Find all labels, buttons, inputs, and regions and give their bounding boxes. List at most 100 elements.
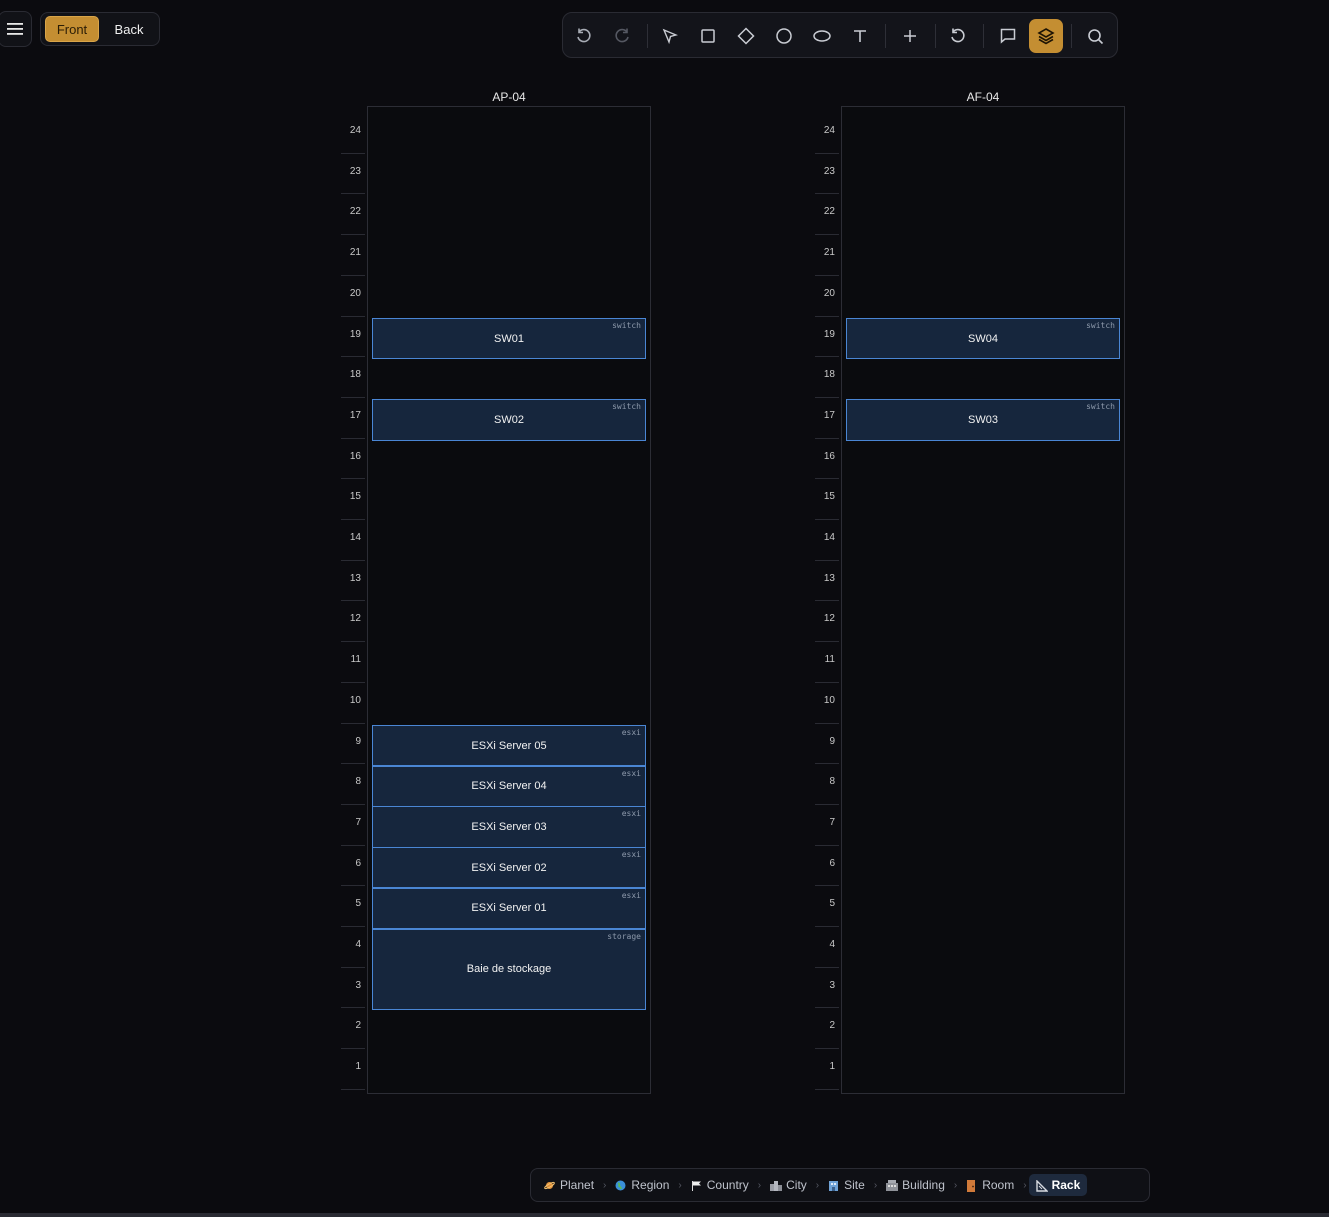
unit-divider <box>815 356 839 358</box>
add-icon <box>904 30 916 42</box>
crumb-country[interactable]: Country <box>684 1174 756 1196</box>
layers-button[interactable] <box>1029 19 1063 53</box>
unit-number: 2 <box>829 1020 835 1032</box>
device-label: SW01 <box>494 332 524 345</box>
device-switch[interactable]: SW03 switch <box>846 399 1120 441</box>
unit-divider <box>815 641 839 643</box>
unit-number: 17 <box>349 409 361 421</box>
unit-divider <box>341 966 365 968</box>
unit-number: 12 <box>823 613 835 625</box>
unit-divider <box>341 396 365 398</box>
unit-divider <box>815 885 839 887</box>
ellipse-tool[interactable] <box>805 19 839 53</box>
unit-number: 16 <box>349 450 361 462</box>
crumb-rack[interactable]: Rack <box>1028 1174 1088 1196</box>
unit-divider <box>341 722 365 724</box>
unit-number: 1 <box>355 1061 361 1073</box>
toolbar <box>562 12 1118 58</box>
undo-button[interactable] <box>567 19 601 53</box>
device-type-tag: switch <box>1086 321 1115 330</box>
crumb-city[interactable]: City <box>763 1174 814 1196</box>
device-esxi[interactable]: ESXi Server 04 esxi <box>372 765 646 807</box>
unit-number: 22 <box>823 206 835 218</box>
device-esxi[interactable]: ESXi Server 05 esxi <box>372 725 646 767</box>
reset-button[interactable] <box>941 19 975 53</box>
unit-number: 13 <box>823 572 835 584</box>
back-button[interactable]: Back <box>103 16 155 42</box>
unit-divider <box>815 519 839 520</box>
unit-number: 7 <box>355 816 361 828</box>
device-label: Baie de stockage <box>466 963 552 976</box>
unit-number: 11 <box>350 654 361 666</box>
rectangle-tool[interactable] <box>691 19 725 53</box>
select-tool[interactable] <box>653 19 687 53</box>
unit-number: 3 <box>829 979 835 991</box>
unit-divider <box>815 681 839 683</box>
device-type-tag: esxi <box>621 890 641 900</box>
layers-icon <box>1037 28 1055 45</box>
ellipse-icon <box>813 30 831 42</box>
crumb-building[interactable]: Building <box>879 1174 952 1196</box>
unit-divider <box>341 478 365 480</box>
unit-number: 18 <box>349 369 361 381</box>
unit-number: 5 <box>355 898 361 910</box>
unit-number: 2 <box>355 1020 361 1032</box>
circle-icon <box>776 28 792 44</box>
bottom-border <box>0 1213 1329 1217</box>
search-button[interactable] <box>1078 19 1112 53</box>
device-type-tag: switch <box>612 321 641 330</box>
unit-number: 17 <box>823 409 835 421</box>
crumb-room[interactable]: Room <box>959 1174 1021 1196</box>
chevron-right-icon: › <box>815 1179 820 1191</box>
device-type-tag: esxi <box>621 850 641 860</box>
unit-number: 9 <box>829 735 835 747</box>
device-label: SW03 <box>968 413 998 426</box>
comment-button[interactable] <box>991 19 1025 53</box>
text-tool[interactable] <box>843 19 877 53</box>
device-type-tag: esxi <box>621 768 641 778</box>
device-switch[interactable]: SW04 switch <box>846 318 1120 360</box>
unit-divider <box>815 803 839 805</box>
rack-title: AF-04 <box>966 90 1000 104</box>
unit-divider <box>341 844 365 846</box>
menu-button[interactable] <box>0 11 32 47</box>
face-toggle: Front Back <box>40 12 160 46</box>
redo-button[interactable] <box>605 19 639 53</box>
device-label: SW04 <box>968 332 998 345</box>
device-esxi[interactable]: ESXi Server 03 esxi <box>372 806 646 848</box>
ruler-icon <box>1035 1178 1049 1192</box>
device-type-tag: esxi <box>621 728 641 737</box>
device-storage[interactable]: Baie de stockage storage <box>372 928 646 1011</box>
unit-divider <box>815 478 839 480</box>
unit-number: 22 <box>349 206 361 218</box>
rack-af-04[interactable] <box>841 106 1125 1094</box>
redo-icon <box>615 28 629 43</box>
unit-divider <box>815 722 839 724</box>
crumb-region[interactable]: Region <box>608 1174 676 1196</box>
unit-divider <box>815 844 839 846</box>
unit-number: 16 <box>823 450 835 462</box>
unit-number: 20 <box>349 287 361 299</box>
unit-number: 4 <box>355 939 361 950</box>
unit-divider <box>341 926 365 927</box>
device-esxi[interactable]: ESXi Server 02 esxi <box>372 847 646 889</box>
planet-icon <box>544 1180 555 1191</box>
add-button[interactable] <box>893 19 927 53</box>
device-switch[interactable]: SW01 switch <box>372 318 646 360</box>
unit-divider <box>815 396 839 398</box>
unit-number: 7 <box>829 816 835 828</box>
device-switch[interactable]: SW02 switch <box>372 399 646 441</box>
unit-number: 14 <box>823 532 835 543</box>
unit-number: 23 <box>823 165 835 177</box>
unit-number: 14 <box>349 532 361 543</box>
device-esxi[interactable]: ESXi Server 01 esxi <box>372 887 646 929</box>
crumb-site[interactable]: Site <box>821 1174 872 1196</box>
unit-number: 20 <box>823 287 835 299</box>
front-button[interactable]: Front <box>45 16 99 42</box>
unit-number: 21 <box>349 247 361 259</box>
crumb-planet[interactable]: Planet <box>537 1174 601 1196</box>
diamond-tool[interactable] <box>729 19 763 53</box>
building-icon <box>886 1179 899 1191</box>
unit-divider <box>341 152 365 154</box>
circle-tool[interactable] <box>767 19 801 53</box>
